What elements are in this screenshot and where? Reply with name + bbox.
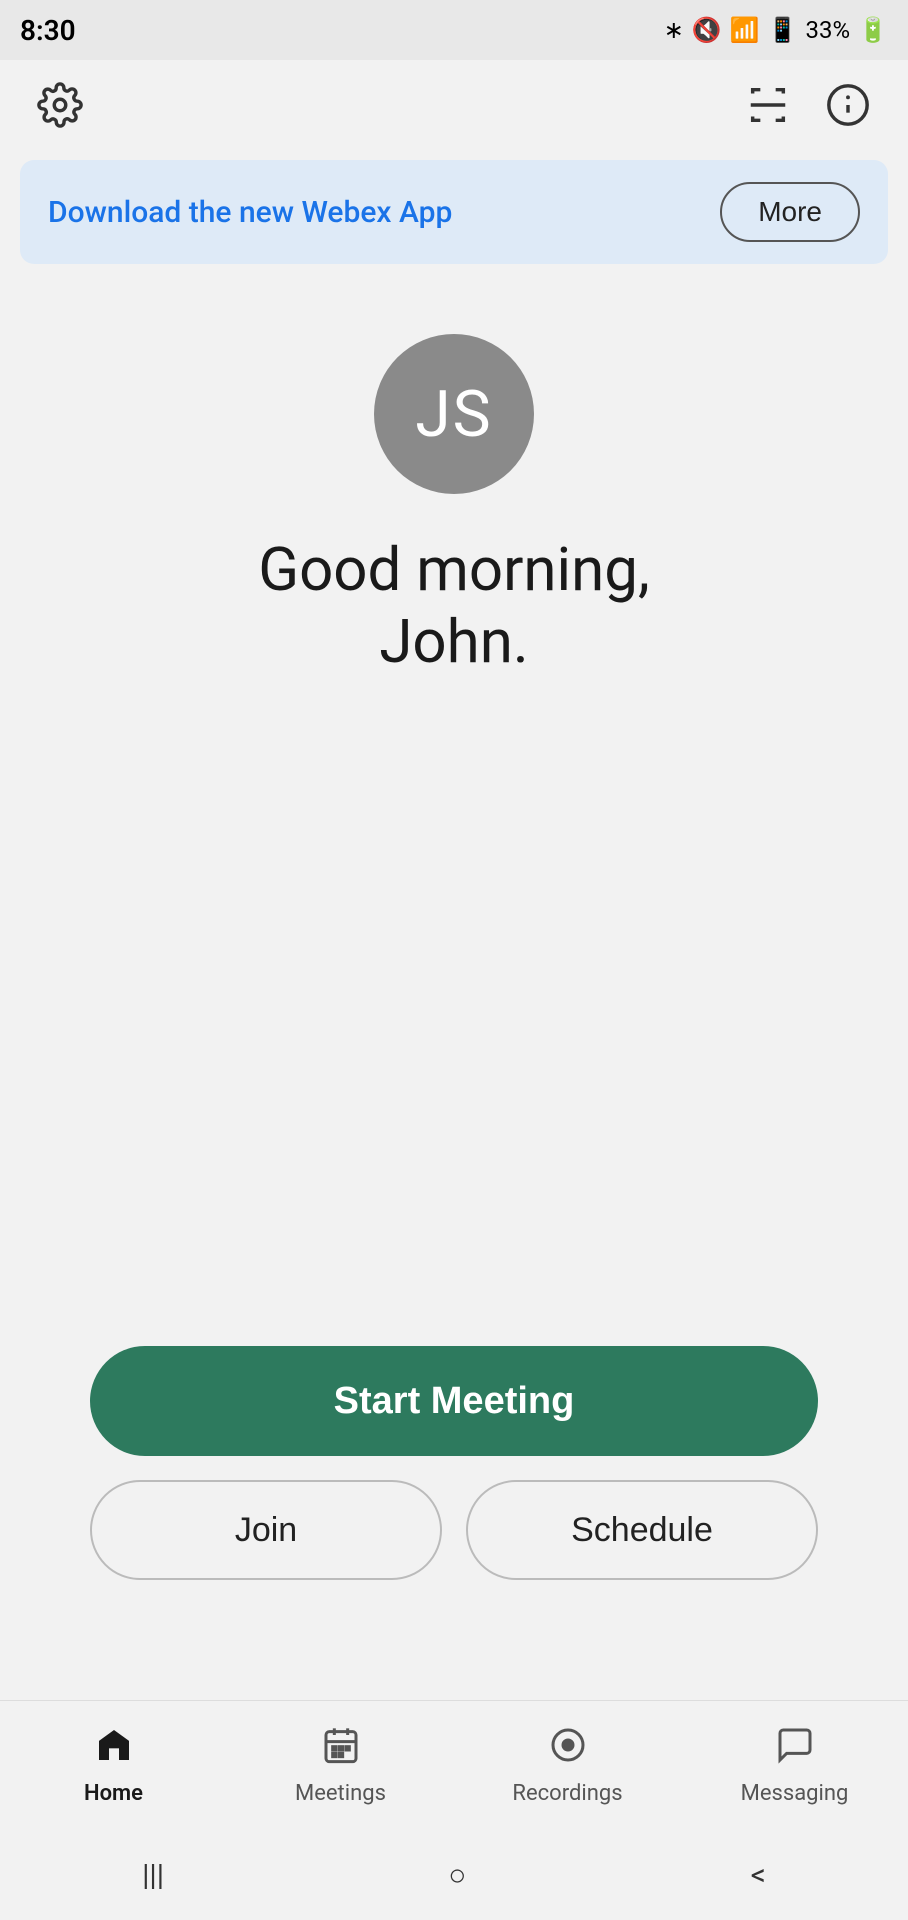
system-nav-bar: ||| ○ < [0, 1830, 908, 1920]
avatar-initials: JS [415, 377, 492, 452]
nav-item-home[interactable]: Home [0, 1725, 227, 1806]
home-icon [94, 1725, 134, 1775]
greeting-line2: John. [379, 606, 528, 677]
header-right-icons [738, 75, 878, 135]
time-display: 8:30 [20, 14, 76, 47]
settings-button[interactable] [30, 75, 90, 135]
home-system-button[interactable]: ○ [418, 1848, 496, 1903]
wifi-icon: 📶 [730, 16, 760, 44]
nav-label-recordings: Recordings [512, 1781, 622, 1806]
status-bar: 8:30 ∗ 🔇 📶 📱 33% 🔋 [0, 0, 908, 60]
start-meeting-button[interactable]: Start Meeting [90, 1346, 818, 1456]
battery-icon: 🔋 [858, 16, 888, 44]
nav-item-messaging[interactable]: Messaging [681, 1725, 908, 1806]
bottom-navigation: Home Meetings Recordings [0, 1700, 908, 1830]
schedule-button[interactable]: Schedule [466, 1480, 818, 1580]
greeting-text: Good morning, John. [258, 534, 650, 678]
info-button[interactable] [818, 75, 878, 135]
recordings-icon [548, 1725, 588, 1775]
action-buttons: Start Meeting Join Schedule [0, 1346, 908, 1580]
nav-label-messaging: Messaging [741, 1781, 849, 1806]
more-button[interactable]: More [720, 182, 860, 242]
download-banner: Download the new Webex App More [20, 160, 888, 264]
greeting-line1: Good morning, [258, 534, 650, 605]
nav-label-home: Home [84, 1781, 143, 1806]
main-content: JS Good morning, John. [0, 274, 908, 698]
recent-apps-button[interactable]: ||| [112, 1848, 194, 1903]
nav-label-meetings: Meetings [295, 1781, 386, 1806]
mute-icon: 🔇 [692, 16, 722, 44]
join-button[interactable]: Join [90, 1480, 442, 1580]
back-button[interactable]: < [721, 1848, 796, 1903]
signal-icon: 📱 [768, 16, 798, 44]
banner-text: Download the new Webex App [48, 195, 452, 230]
nav-item-meetings[interactable]: Meetings [227, 1725, 454, 1806]
scan-button[interactable] [738, 75, 798, 135]
messaging-icon [775, 1725, 815, 1775]
bluetooth-icon: ∗ [664, 16, 684, 44]
status-icons: ∗ 🔇 📶 📱 33% 🔋 [664, 16, 888, 44]
app-header [0, 60, 908, 150]
battery-display: 33% [806, 16, 851, 44]
secondary-buttons: Join Schedule [90, 1480, 818, 1580]
nav-item-recordings[interactable]: Recordings [454, 1725, 681, 1806]
avatar: JS [374, 334, 534, 494]
meetings-icon [321, 1725, 361, 1775]
